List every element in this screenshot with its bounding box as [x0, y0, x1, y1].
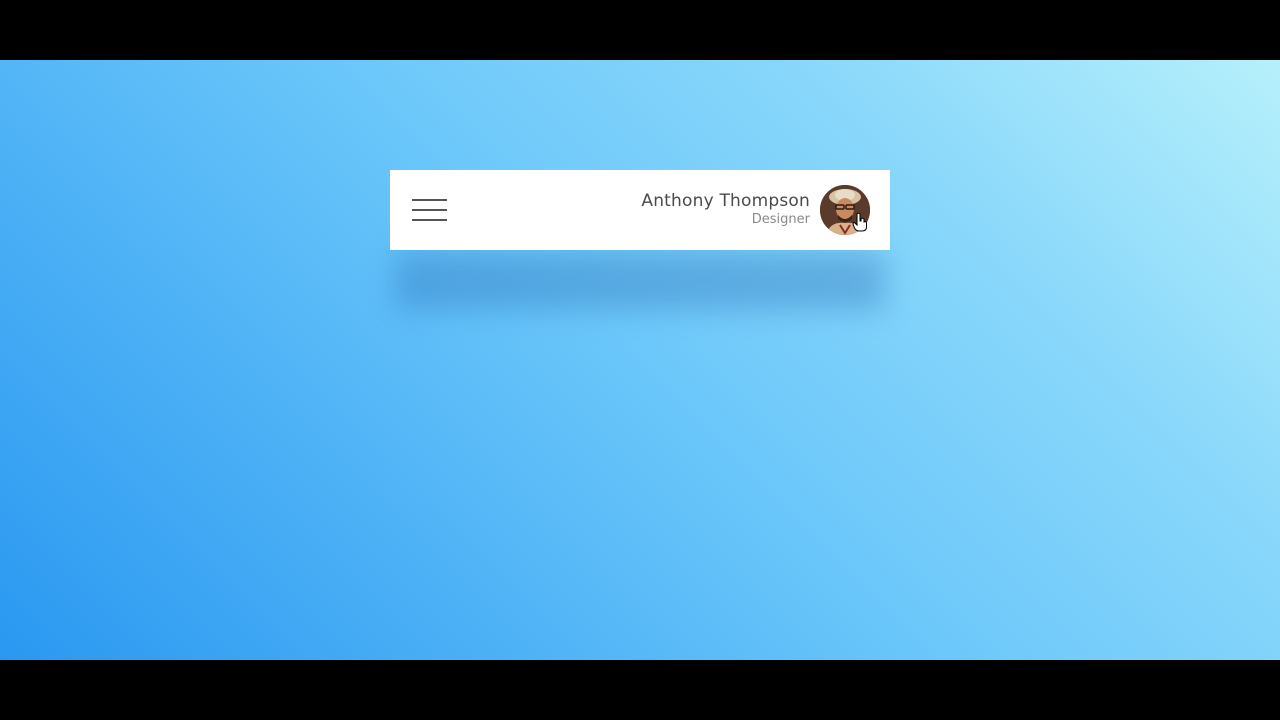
avatar-photo-icon — [820, 185, 870, 235]
gradient-background: Anthony Thompson Designer — [0, 60, 1280, 660]
menu-bar-top — [412, 199, 447, 201]
letterbox-bottom — [0, 660, 1280, 720]
profile-header-card: Anthony Thompson Designer — [390, 170, 890, 250]
letterbox-top — [0, 0, 1280, 60]
header-card-shadow — [395, 252, 885, 310]
menu-bar-bottom — [412, 219, 447, 221]
menu-bar-middle — [412, 209, 447, 211]
hamburger-menu-icon[interactable] — [410, 196, 448, 224]
user-name: Anthony Thompson — [641, 191, 810, 211]
user-info: Anthony Thompson Designer — [641, 190, 810, 228]
user-role: Designer — [751, 212, 810, 227]
avatar[interactable] — [820, 185, 870, 235]
